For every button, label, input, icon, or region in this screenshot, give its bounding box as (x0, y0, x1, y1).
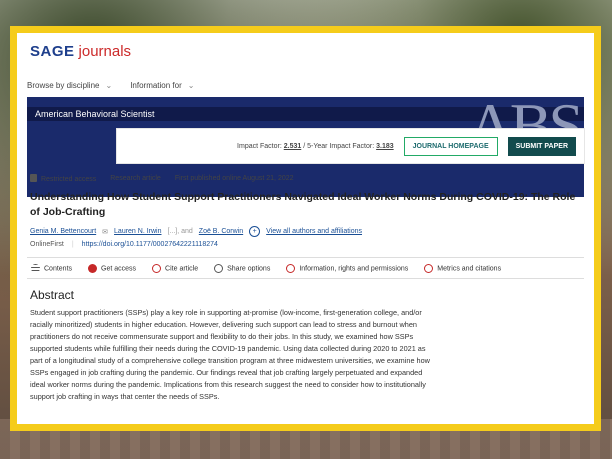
access-label: Restricted access (41, 176, 97, 183)
article-title: Understanding How Student Support Practi… (30, 191, 576, 218)
lock-circle-icon (88, 263, 98, 273)
abstract-text: Student support practitioners (SSPs) pla… (30, 308, 430, 401)
impact-value: 2.531 (283, 142, 302, 150)
info-icon (286, 263, 296, 273)
lock-icon (30, 174, 37, 182)
get-access-label: Get access (101, 264, 137, 272)
chevron-down-icon: ⌄ (187, 80, 195, 90)
toolbar-metrics[interactable]: Metrics and citations (424, 263, 502, 273)
doi-line: OnlineFirst | https://doi.org/10.1177/00… (30, 241, 218, 248)
toolbar-info[interactable]: Information, rights and permissions (286, 263, 409, 273)
info-label: Information, rights and permissions (299, 264, 409, 272)
article-toolbar: Contents Get access Cite article Share o… (27, 257, 584, 279)
abstract-heading: Abstract (30, 288, 75, 302)
journal-homepage-button[interactable]: JOURNAL HOMEPAGE (403, 136, 498, 156)
impact-label: Impact Factor: (237, 142, 282, 150)
nav-browse[interactable]: Browse by discipline ⌄ (27, 81, 112, 90)
top-nav: Browse by discipline ⌄ Information for ⌄ (27, 73, 584, 98)
screenshot-frame: SAGE journals Browse by discipline ⌄ Info… (10, 26, 601, 431)
author-ellipsis: [...], and (167, 228, 193, 235)
nav-info-label: Information for (130, 80, 182, 90)
toolbar-cite[interactable]: Cite article (152, 263, 199, 273)
divider: | (71, 241, 74, 248)
toolbar-share[interactable]: Share options (214, 263, 271, 273)
share-icon (214, 263, 224, 273)
nav-info[interactable]: Information for ⌄ (130, 81, 194, 90)
author-list: Genia M. Bettencourt ✉ Lauren N. Irwin [… (30, 226, 362, 237)
five-year-value: 3.183 (376, 142, 394, 150)
author-1[interactable]: Genia M. Bettencourt (30, 228, 96, 235)
doi-link[interactable]: https://doi.org/10.1177/0002764222111827… (82, 241, 218, 248)
online-first-label: OnlineFirst (30, 241, 64, 248)
article-type: Research article (110, 174, 161, 182)
journal-title[interactable]: American Behavioral Scientist (35, 109, 155, 119)
article-meta: Restricted access Research article First… (30, 173, 294, 183)
share-label: Share options (227, 264, 271, 272)
logo-product: journals (78, 43, 132, 60)
author-3[interactable]: Zoë B. Corwin (199, 228, 243, 235)
submit-paper-button[interactable]: SUBMIT PAPER (507, 136, 576, 156)
quote-icon (152, 263, 162, 273)
metrics-icon (424, 263, 434, 273)
list-icon (31, 263, 40, 273)
nav-browse-label: Browse by discipline (27, 80, 100, 90)
five-year-label: 5-Year Impact Factor: (307, 142, 375, 150)
mail-icon: ✉ (102, 228, 109, 236)
logo-brand: SAGE (30, 43, 75, 60)
toolbar-get-access[interactable]: Get access (88, 263, 137, 273)
sage-journals-logo[interactable]: SAGE journals (30, 43, 131, 60)
metrics-label: Metrics and citations (437, 264, 502, 272)
published-date: First published online August 21, 2022 (174, 174, 294, 182)
impact-factor[interactable]: Impact Factor: 2.531 / 5-Year Impact Fac… (237, 143, 394, 150)
toolbar-contents[interactable]: Contents (31, 263, 73, 273)
view-all-authors-link[interactable]: View all authors and affiliations (266, 228, 362, 235)
plus-icon[interactable]: + (249, 226, 261, 237)
journal-infobar: Impact Factor: 2.531 / 5-Year Impact Fac… (117, 129, 584, 163)
access-status: Restricted access (30, 173, 96, 183)
author-2[interactable]: Lauren N. Irwin (114, 228, 161, 235)
contents-label: Contents (44, 264, 73, 272)
cite-label: Cite article (165, 264, 199, 272)
chevron-down-icon: ⌄ (105, 80, 113, 90)
site-header: SAGE journals (17, 33, 594, 77)
